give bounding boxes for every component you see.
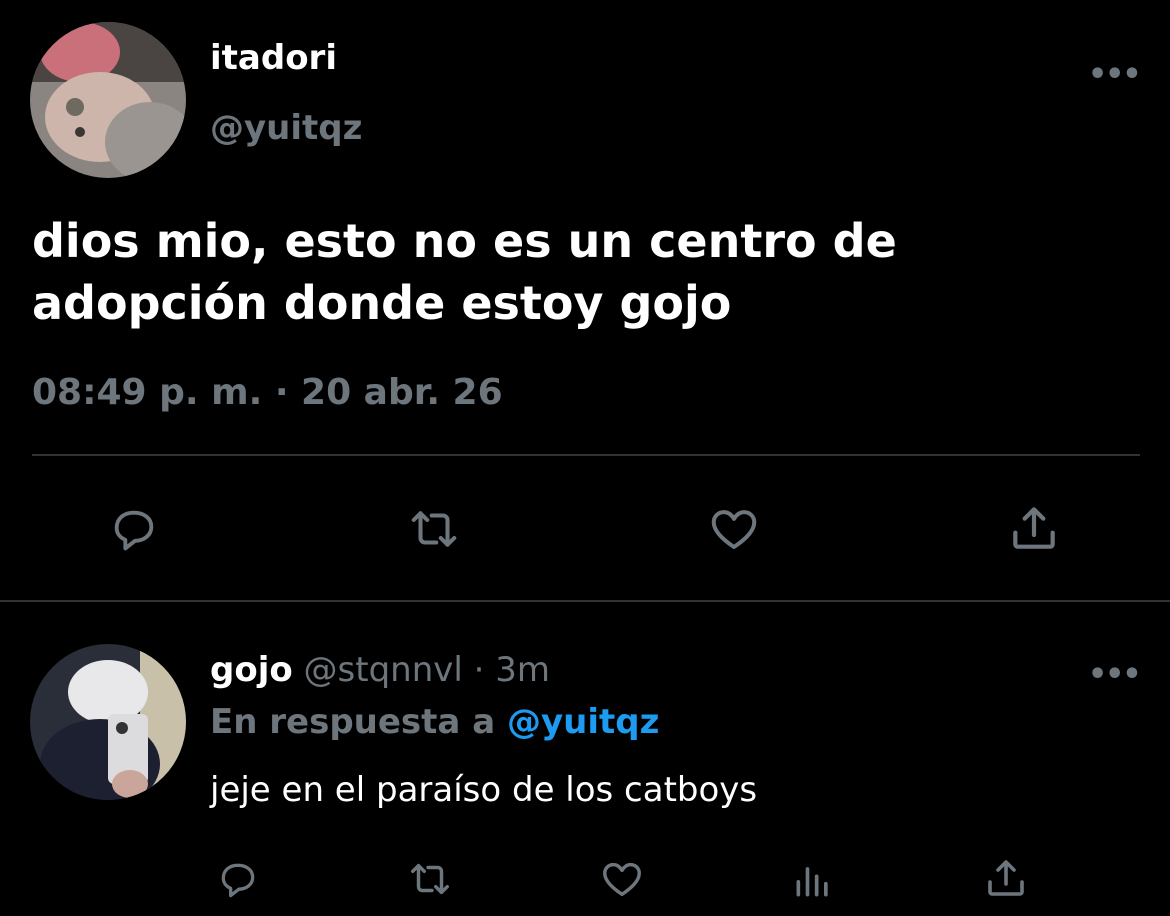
share-icon[interactable] — [1004, 500, 1064, 556]
reply-heart-icon[interactable] — [596, 856, 648, 902]
reply-share-icon[interactable] — [982, 854, 1030, 902]
reply-time[interactable]: 3m — [495, 650, 550, 690]
in-reply-prefix: En respuesta a — [210, 702, 496, 742]
in-reply-mention[interactable]: @yuitqz — [507, 702, 659, 742]
reply-retweet-icon[interactable] — [402, 856, 458, 902]
reply-header: gojo @stqnnvl · 3m — [210, 650, 550, 690]
reply-reply-icon[interactable] — [214, 858, 262, 902]
user-handle[interactable]: @yuitqz — [210, 108, 362, 148]
reply-icon[interactable] — [104, 504, 164, 556]
retweet-icon[interactable] — [400, 502, 468, 556]
reply-more-options-icon[interactable]: ••• — [1088, 660, 1142, 690]
reply-text: jeje en el paraíso de los catboys — [210, 770, 758, 810]
tweet-separator — [0, 600, 1170, 602]
heart-icon[interactable] — [704, 502, 764, 556]
tweet-timestamp[interactable]: 08:49 p. m. · 20 abr. 26 — [32, 372, 503, 413]
avatar-gojo[interactable] — [30, 644, 186, 800]
more-options-icon[interactable]: ••• — [1088, 60, 1142, 90]
display-name[interactable]: itadori — [210, 38, 337, 78]
tweet-text-line-2: adopción donde estoy gojo — [32, 276, 732, 330]
tweet-text-line-1: dios mio, esto no es un centro de — [32, 214, 897, 268]
avatar-itadori[interactable] — [30, 22, 186, 178]
divider — [32, 454, 1140, 456]
analytics-icon[interactable] — [790, 858, 836, 902]
reply-display-name[interactable]: gojo — [210, 650, 293, 690]
reply-handle[interactable]: @stqnnvl — [304, 650, 463, 690]
in-reply-to: En respuesta a @yuitqz — [210, 702, 659, 742]
separator-dot: · — [473, 650, 485, 690]
tweet-text: dios mio, esto no es un centro de adopci… — [32, 210, 1132, 334]
